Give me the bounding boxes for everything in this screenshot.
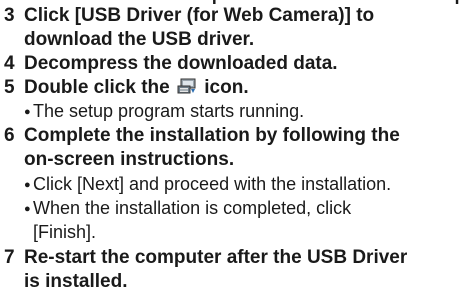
- bullet-dot: ●: [24, 106, 31, 118]
- step-6-bullet-1: ● Click [Next] and proceed with the insta…: [24, 173, 464, 197]
- step-text: Click [USB Driver (for Web Camera)] to: [24, 5, 375, 26]
- bullet-text: The setup program starts running.: [33, 101, 305, 121]
- step-3: 3 Click [USB Driver (for Web Camera)] to …: [4, 4, 466, 52]
- step-number: 6: [4, 125, 15, 146]
- step-6: 6 Complete the installation by following …: [4, 124, 466, 172]
- step-text-continued: download the USB driver.: [24, 29, 255, 50]
- step-text-after-icon: icon.: [204, 77, 249, 98]
- manual-page: [ ] 3Click [USB Driver (for Web Camera)]…: [0, 0, 468, 304]
- bullet-text: Click [Next] and proceed with the instal…: [33, 174, 392, 194]
- step-text: Complete the installation by following t…: [24, 125, 400, 146]
- bullet-text-continued: [Finish].: [33, 222, 97, 242]
- step-6-bullet-2: ● When the installation is completed, cli…: [24, 197, 464, 244]
- step-number: 4: [4, 53, 15, 74]
- step-5-bullet-1: ● The setup program starts running.: [24, 100, 464, 124]
- step-number: 5: [4, 77, 15, 98]
- step-text-continued: on-screen instructions.: [24, 149, 235, 170]
- installer-icon: [177, 78, 196, 94]
- bullet-text: When the installation is completed, clic…: [33, 198, 352, 218]
- step-number: 7: [4, 247, 15, 268]
- step-5: 5 Double click the icon.: [4, 76, 466, 100]
- step-text-before-icon: Double click the: [24, 77, 170, 98]
- bullet-dot: ●: [24, 179, 31, 191]
- step-text: Re-start the computer after the USB Driv…: [24, 247, 408, 268]
- step-number: 3: [4, 5, 15, 26]
- bullet-dot: ●: [24, 203, 31, 215]
- step-text-continued: is installed.: [24, 271, 128, 292]
- step-7: 7 Re-start the computer after the USB Dri…: [4, 246, 466, 294]
- step-text: Decompress the downloaded data.: [24, 53, 338, 74]
- step-4: 4 Decompress the downloaded data.: [4, 52, 466, 76]
